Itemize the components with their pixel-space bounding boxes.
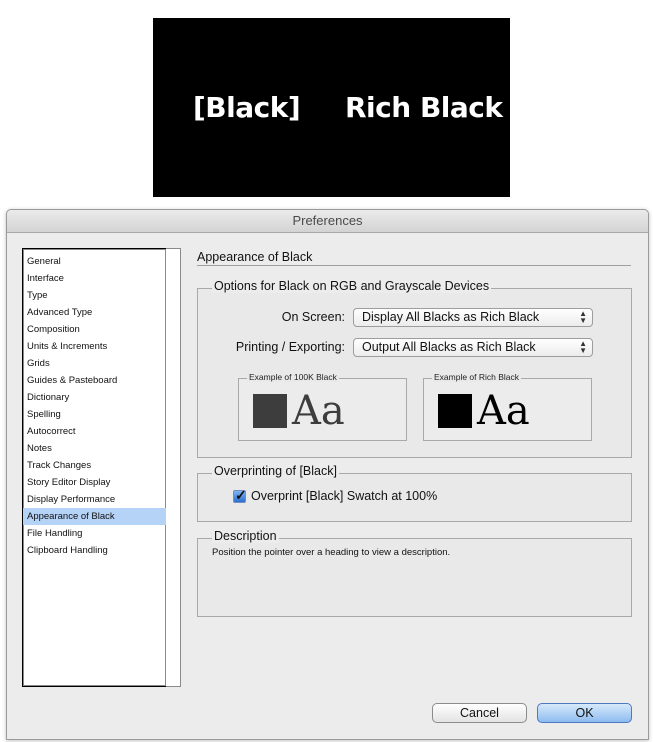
printing-exporting-select[interactable]: Output All Blacks as Rich Black ▲ ▼ [353,338,593,357]
cancel-button[interactable]: Cancel [432,703,527,723]
overprinting-group-title: Overprinting of [Black] [212,464,339,478]
sidebar-item-display-performance[interactable]: Display Performance [23,491,166,508]
100k-black-swatch [253,394,287,428]
sidebar-item-units-and-increments[interactable]: Units & Increments [23,338,166,355]
category-list: General Interface Type Advanced Type Composi… [23,249,166,559]
sidebar-item-grids[interactable]: Grids [23,355,166,372]
sidebar-item-spelling[interactable]: Spelling [23,406,166,423]
sidebar-item-type[interactable]: Type [23,287,166,304]
example-rich-title: Example of Rich Black [432,372,522,382]
panel-title-divider [197,265,631,266]
example-100k-title: Example of 100K Black [247,372,339,382]
options-group: Options for Black on RGB and Grayscale D… [197,279,632,458]
example-rich-black: Example of Rich Black Aa [423,372,592,441]
on-screen-select[interactable]: Display All Blacks as Rich Black ▲ ▼ [353,308,593,327]
select-arrows-icon: ▲ ▼ [579,339,587,355]
black-label: [Black] [193,91,301,124]
options-group-title: Options for Black on RGB and Grayscale D… [212,279,492,293]
rich-black-label: Rich Black [345,91,503,124]
checkmark-icon: ✓ [235,487,247,503]
overprint-checkbox-label[interactable]: Overprint [Black] Swatch at 100% [251,489,437,503]
sidebar-item-file-handling[interactable]: File Handling [23,525,166,542]
overprinting-group: Overprinting of [Black] ✓ Overprint [Bla… [197,464,632,522]
select-arrows-icon: ▲ ▼ [579,309,587,325]
sidebar-item-advanced-type[interactable]: Advanced Type [23,304,166,321]
overprint-checkbox[interactable]: ✓ [233,487,247,503]
100k-black-sample-text: Aa [292,388,345,434]
sidebar-item-guides-and-pasteboard[interactable]: Guides & Pasteboard [23,372,166,389]
ok-button[interactable]: OK [537,703,632,723]
sidebar-item-interface[interactable]: Interface [23,270,166,287]
preferences-category-list[interactable]: General Interface Type Advanced Type Composi… [22,248,167,687]
sidebar-item-notes[interactable]: Notes [23,440,166,457]
printing-exporting-value: Output All Blacks as Rich Black [362,340,536,354]
sidebar-item-dictionary[interactable]: Dictionary [23,389,166,406]
sidebar-item-story-editor-display[interactable]: Story Editor Display [23,474,166,491]
category-list-scrollbar[interactable] [166,248,181,687]
sidebar-item-appearance-of-black[interactable]: Appearance of Black [23,508,166,525]
sidebar-item-composition[interactable]: Composition [23,321,166,338]
sidebar-item-clipboard-handling[interactable]: Clipboard Handling [23,542,166,559]
example-100k-black: Example of 100K Black Aa [238,372,407,441]
on-screen-label: On Screen: [281,310,345,324]
dialog-title: Preferences [7,210,648,233]
sidebar-item-autocorrect[interactable]: Autocorrect [23,423,166,440]
panel-title: Appearance of Black [197,250,313,264]
preferences-dialog: Preferences General Interface Type Advanced… [6,209,649,740]
sidebar-item-general[interactable]: General [23,253,166,270]
description-text: Position the pointer over a heading to v… [212,547,451,558]
printing-exporting-label: Printing / Exporting: [235,340,345,354]
on-screen-value: Display All Blacks as Rich Black [362,310,540,324]
rich-black-swatch [438,394,472,428]
black-sample-banner: [Black] Rich Black [153,18,510,197]
description-group-title: Description [212,529,279,543]
sidebar-item-track-changes[interactable]: Track Changes [23,457,166,474]
description-group: Description Position the pointer over a … [197,529,632,617]
rich-black-sample-text: Aa [477,388,530,434]
